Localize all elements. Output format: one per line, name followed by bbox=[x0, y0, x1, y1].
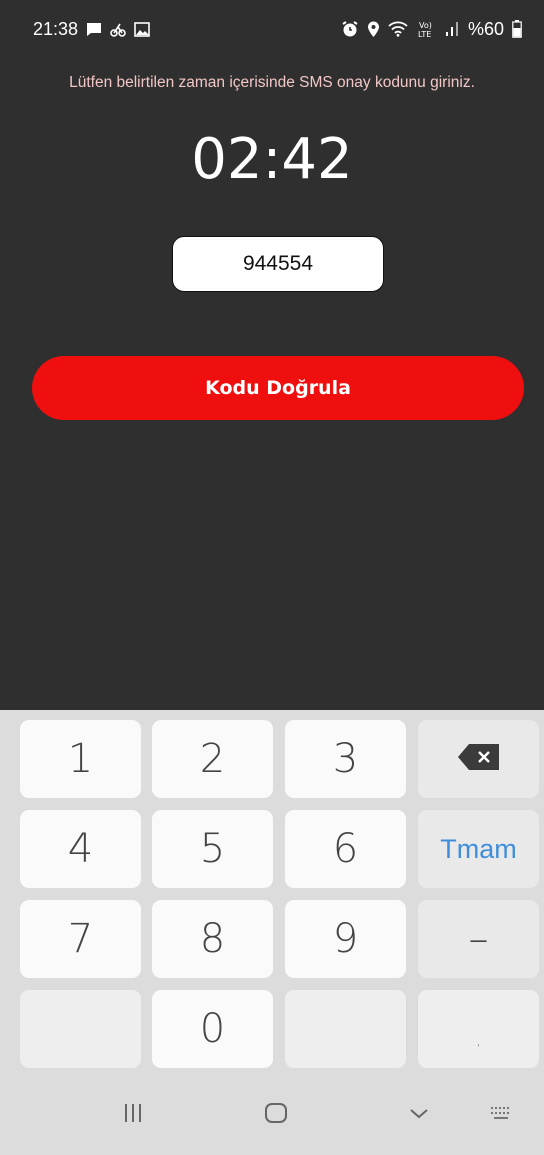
instruction-text: Lütfen belirtilen zaman içerisinde SMS o… bbox=[69, 74, 475, 91]
backspace-key[interactable] bbox=[418, 720, 539, 798]
countdown-timer: 02:42 bbox=[191, 127, 353, 192]
battery-percent: %60 bbox=[467, 18, 504, 39]
done-key[interactable]: Tmam bbox=[418, 810, 539, 888]
verify-code-button[interactable]: Kodu Doğrula bbox=[32, 356, 524, 420]
recent-apps-icon[interactable] bbox=[122, 1102, 144, 1124]
key-3[interactable]: 3 bbox=[285, 720, 406, 798]
signal-icon bbox=[444, 21, 460, 37]
key-4[interactable]: 4 bbox=[20, 810, 141, 888]
status-right: Vo) LTE %60 bbox=[341, 19, 522, 40]
home-icon[interactable] bbox=[264, 1102, 288, 1124]
status-time: 21:38 bbox=[33, 18, 79, 39]
keyboard-toggle-icon[interactable] bbox=[490, 1102, 512, 1124]
wifi-icon bbox=[388, 21, 408, 37]
comma-key[interactable]: , bbox=[418, 990, 539, 1068]
key-9[interactable]: 9 bbox=[285, 900, 406, 978]
svg-text:LTE: LTE bbox=[418, 30, 431, 38]
key-5[interactable]: 5 bbox=[152, 810, 273, 888]
back-icon[interactable] bbox=[408, 1102, 430, 1124]
empty-key bbox=[20, 990, 141, 1068]
status-bar: 21:38 Vo) LTE %60 bbox=[0, 0, 544, 58]
key-2[interactable]: 2 bbox=[152, 720, 273, 798]
dash-key[interactable]: – bbox=[418, 900, 539, 978]
volte-icon: Vo) LTE bbox=[416, 20, 436, 38]
empty-key bbox=[285, 990, 406, 1068]
numeric-keyboard: 1 2 3 4 5 6 Tmam 7 8 9 – 0 , bbox=[0, 710, 544, 1080]
key-1[interactable]: 1 bbox=[20, 720, 141, 798]
sms-code-input[interactable] bbox=[172, 236, 384, 292]
status-left: 21:38 bbox=[33, 19, 150, 40]
gallery-icon bbox=[134, 21, 150, 37]
bike-icon bbox=[110, 21, 126, 37]
svg-text:Vo): Vo) bbox=[419, 21, 432, 30]
chat-icon bbox=[86, 22, 102, 37]
backspace-icon bbox=[457, 736, 501, 782]
location-icon bbox=[367, 21, 380, 38]
key-6[interactable]: 6 bbox=[285, 810, 406, 888]
alarm-icon bbox=[341, 20, 359, 38]
navigation-bar bbox=[0, 1080, 544, 1155]
battery-icon bbox=[512, 20, 522, 38]
key-8[interactable]: 8 bbox=[152, 900, 273, 978]
key-7[interactable]: 7 bbox=[20, 900, 141, 978]
key-0[interactable]: 0 bbox=[152, 990, 273, 1068]
